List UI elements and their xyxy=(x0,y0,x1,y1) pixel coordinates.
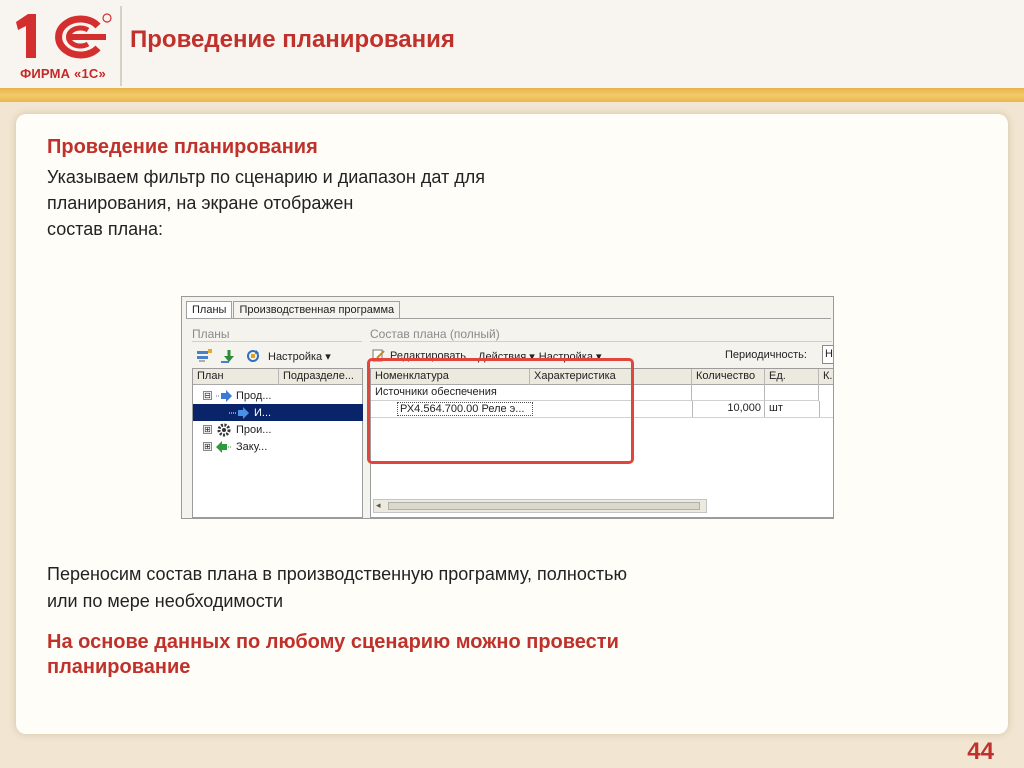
scroll-left-icon[interactable]: ◂ xyxy=(376,500,381,511)
tree-item-label: И... xyxy=(254,406,272,419)
intro-line: состав плана: xyxy=(47,219,164,239)
cell-divider xyxy=(819,401,820,417)
expand-icon[interactable]: ⊞ xyxy=(203,425,212,434)
tab-strip: Планы Производственная программа xyxy=(186,301,401,319)
move-down-icon[interactable] xyxy=(220,348,238,364)
tab-plans[interactable]: Планы xyxy=(186,301,233,319)
1c-logo-mark-icon xyxy=(16,13,112,59)
scrollbar-thumb[interactable] xyxy=(388,502,700,510)
quantity-cell[interactable]: 10,000 xyxy=(692,401,765,417)
tab-production-program[interactable]: Производственная программа xyxy=(233,301,401,319)
logo-text: ФИРМА «1С» xyxy=(20,66,106,81)
add-row-icon[interactable] xyxy=(196,348,214,364)
tree-item-purchases[interactable]: ⊞ Заку... xyxy=(193,438,363,455)
intro-text: Указываем фильтр по сценарию и диапазон … xyxy=(47,164,637,242)
arrow-right-icon xyxy=(216,389,232,402)
page-title: Проведение планирования xyxy=(130,26,455,53)
column-header-unit[interactable]: Ед. xyxy=(765,369,819,385)
tree-item-production-2[interactable]: ⊞ Прои... xyxy=(193,421,363,438)
tree-item-selected[interactable]: И... xyxy=(193,404,363,421)
plans-toolbar: Настройка ▾ xyxy=(196,346,331,366)
description-line: или по мере необходимости xyxy=(47,591,284,611)
horizontal-scrollbar[interactable]: ◂ xyxy=(373,499,707,513)
column-header-quantity[interactable]: Количество xyxy=(692,369,765,385)
plan-composition-title: Состав плана (полный) xyxy=(370,327,500,341)
plans-settings-button[interactable]: Настройка ▾ xyxy=(268,350,331,363)
panel-separator xyxy=(192,341,362,342)
intro-line: Указываем фильтр по сценарию и диапазон … xyxy=(47,167,485,187)
arrow-left-icon xyxy=(216,440,232,453)
tree-item-label: Заку... xyxy=(236,440,268,453)
conclusion-line: На основе данных по любому сценарию можн… xyxy=(47,631,619,653)
section-subtitle: Проведение планирования xyxy=(47,136,318,158)
tree-item-label: Прои... xyxy=(236,423,272,436)
intro-line: планирования, на экране отображен xyxy=(47,193,354,213)
grid-cell xyxy=(692,385,765,401)
plans-tree-grid: План Подразделе... ⊟ Прод... И... ⊞ Прои… xyxy=(192,368,363,518)
highlight-frame xyxy=(367,358,634,464)
unit-cell[interactable]: шт xyxy=(769,402,783,414)
panel-separator xyxy=(370,341,832,342)
periodicity-field[interactable]: Н xyxy=(822,345,833,364)
column-header-department[interactable]: Подразделе... xyxy=(279,369,362,385)
grid-cell xyxy=(765,385,819,401)
gear-icon xyxy=(217,423,231,436)
column-header-plan[interactable]: План xyxy=(193,369,279,385)
description-line: Переносим состав плана в производственну… xyxy=(47,564,627,584)
tab-underline xyxy=(186,318,831,319)
plans-panel-title: Планы xyxy=(192,327,230,341)
collapse-icon[interactable]: ⊟ xyxy=(203,391,212,400)
expand-icon[interactable]: ⊞ xyxy=(203,442,212,451)
column-header-k[interactable]: К. xyxy=(819,369,833,385)
description-text: Переносим состав плана в производственну… xyxy=(47,561,807,615)
conclusion-line: планирование xyxy=(47,656,191,678)
tree-item-production[interactable]: ⊟ Прод... xyxy=(193,387,363,404)
plans-grid-header: План Подразделе... xyxy=(193,369,362,385)
logo-divider xyxy=(120,6,122,86)
1c-logo: ФИРМА «1С» xyxy=(8,8,118,86)
header-stripe xyxy=(0,88,1024,102)
refresh-icon[interactable] xyxy=(244,348,262,364)
page-number: 44 xyxy=(967,738,994,765)
arrow-right-icon xyxy=(229,406,249,419)
header: ФИРМА «1С» Проведение планирования xyxy=(0,0,1024,88)
conclusion-text: На основе данных по любому сценарию можн… xyxy=(47,630,827,680)
tree-item-label: Прод... xyxy=(236,389,272,402)
periodicity-label: Периодичность: xyxy=(725,349,807,361)
